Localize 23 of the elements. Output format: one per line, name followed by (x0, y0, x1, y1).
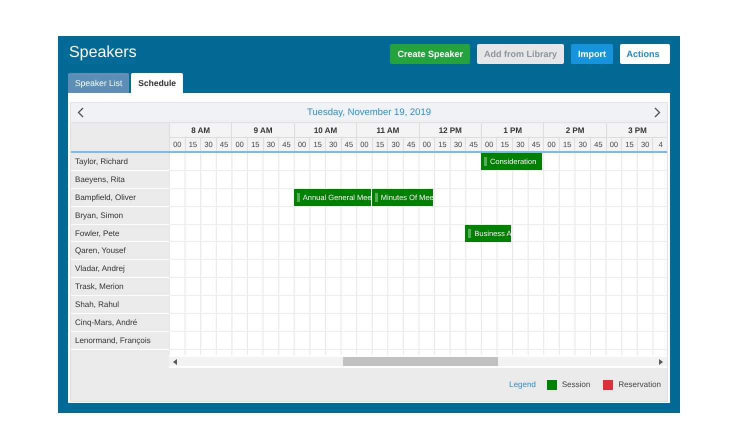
toolbar-button[interactable]: Import (571, 44, 613, 64)
legend-title: Legend (509, 380, 536, 389)
page-title: Speakers (69, 44, 138, 62)
hour-label: 8 AM (191, 126, 210, 134)
hour-label: 1 PM (503, 126, 522, 134)
date-heading[interactable]: Tuesday, November 19, 2019 (306, 107, 432, 118)
hour-label: 9 AM (254, 126, 272, 134)
legend-label: Reservation (618, 380, 661, 389)
hour-label: 3 PM (628, 126, 647, 134)
legend-label: Session (562, 380, 590, 389)
tab[interactable]: Schedule (131, 73, 184, 93)
chevron-right-icon[interactable] (654, 107, 661, 118)
toolbar-button[interactable]: Create Speaker (390, 44, 470, 64)
hour-label: 10 AM (314, 126, 338, 134)
scroll-left-icon[interactable] (173, 358, 177, 364)
hour-label: 11 AM (376, 126, 400, 134)
tab[interactable]: Speaker List (68, 73, 130, 93)
scroll-right-icon[interactable] (659, 358, 663, 364)
actions-dropdown[interactable]: Actions (620, 44, 670, 64)
hour-label: 12 PM (438, 126, 462, 134)
hour-label: 2 PM (566, 126, 584, 134)
chevron-left-icon[interactable] (77, 107, 84, 118)
horizontal-scrollbar[interactable] (169, 357, 667, 366)
